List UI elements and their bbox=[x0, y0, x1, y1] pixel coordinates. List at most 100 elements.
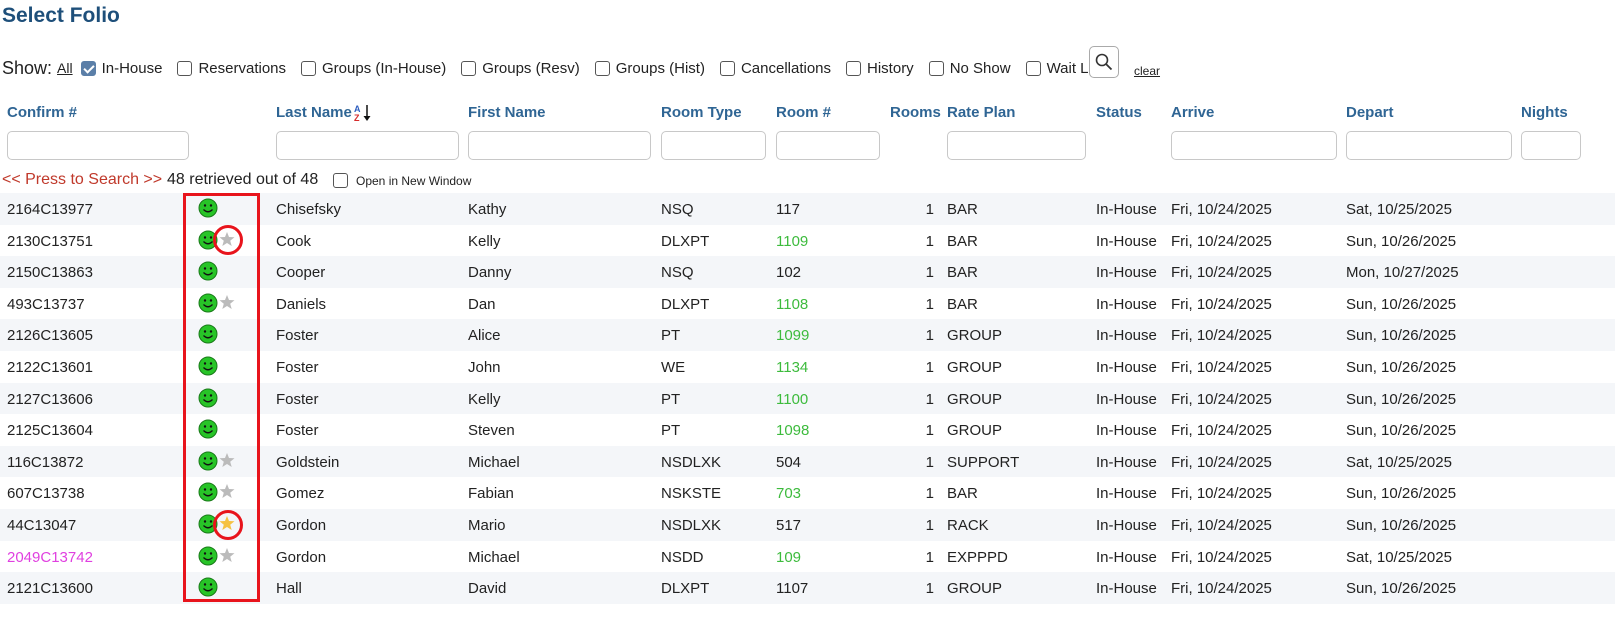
cell-confirm: 607C13738 bbox=[7, 485, 85, 503]
filter-checkbox[interactable] bbox=[719, 60, 735, 76]
filter-input-room-number[interactable] bbox=[776, 131, 880, 160]
star-gray-icon[interactable] bbox=[219, 231, 235, 247]
star-gray-icon[interactable] bbox=[219, 547, 235, 563]
press-to-search-link[interactable]: << Press to Search >> bbox=[2, 171, 162, 189]
cell-rate-plan: EXPPPD bbox=[947, 548, 1008, 566]
star-gray-icon[interactable] bbox=[219, 483, 235, 499]
cell-confirm: 2130C13751 bbox=[7, 232, 93, 250]
cell-depart: Sun, 10/26/2025 bbox=[1346, 327, 1457, 345]
filter-option[interactable]: Groups (Hist) bbox=[594, 60, 705, 77]
open-new-window-checkbox[interactable] bbox=[333, 173, 348, 188]
table-row[interactable]: 607C13738 Gomez Fabian NSKSTE 703 1 BAR In-Hous… bbox=[0, 477, 1615, 509]
filter-option[interactable]: Reservations bbox=[177, 60, 286, 77]
guest-happy-icon[interactable] bbox=[198, 324, 218, 344]
table-row[interactable]: 2126C13605 Foster Alice PT 1099 1 GROUP In-Hous… bbox=[0, 319, 1615, 351]
filter-input-depart[interactable] bbox=[1346, 131, 1512, 160]
filter-checkbox[interactable] bbox=[846, 60, 862, 76]
table-row[interactable]: 2049C13742 Gordon Michael NSDD 109 1 EXPPPD In-… bbox=[0, 541, 1615, 573]
filter-input-first-name[interactable] bbox=[468, 131, 651, 160]
cell-status: In-House bbox=[1096, 264, 1157, 282]
col-header-depart[interactable]: Depart bbox=[1346, 104, 1394, 121]
guest-happy-icon[interactable] bbox=[198, 577, 218, 597]
guest-happy-icon[interactable] bbox=[198, 419, 218, 439]
filter-input-confirm[interactable] bbox=[7, 131, 189, 160]
table-row[interactable]: 493C13737 Daniels Dan DLXPT 1108 1 BAR In-House… bbox=[0, 288, 1615, 320]
guest-happy-icon[interactable] bbox=[198, 482, 218, 502]
col-header-status[interactable]: Status bbox=[1096, 104, 1142, 121]
filter-input-last-name[interactable] bbox=[276, 131, 459, 160]
table-row[interactable]: 2150C13863 Cooper Danny NSQ 102 1 BAR In-House F… bbox=[0, 256, 1615, 288]
cell-room-number: 1100 bbox=[776, 390, 809, 408]
col-header-room-type[interactable]: Room Type bbox=[661, 104, 742, 121]
table-row[interactable]: 116C13872 Goldstein Michael NSDLXK 504 1 SUPPO… bbox=[0, 445, 1615, 478]
filter-checkbox[interactable] bbox=[928, 60, 944, 76]
col-header-confirm[interactable]: Confirm # bbox=[7, 104, 77, 121]
col-header-last-name[interactable]: Last Name A Z bbox=[276, 104, 374, 124]
filter-option[interactable]: Groups (Resv) bbox=[461, 60, 580, 77]
guest-happy-icon[interactable] bbox=[198, 293, 218, 313]
cell-rate-plan: GROUP bbox=[947, 358, 1003, 376]
guest-happy-icon[interactable] bbox=[198, 388, 218, 408]
col-header-arrive[interactable]: Arrive bbox=[1171, 104, 1214, 121]
table-row[interactable]: 2127C13606 Foster Kelly PT 1100 1 GROUP In-Hous… bbox=[0, 382, 1615, 415]
cell-room-type: WE bbox=[661, 358, 686, 376]
filter-input-arrive[interactable] bbox=[1171, 131, 1337, 160]
cell-confirm: 2150C13863 bbox=[7, 264, 93, 282]
filter-checkbox[interactable] bbox=[594, 60, 610, 76]
open-new-window-toggle[interactable]: Open in New Window bbox=[333, 173, 471, 188]
filter-checkbox[interactable] bbox=[461, 60, 477, 76]
cell-confirm: 2121C13600 bbox=[7, 580, 93, 598]
filter-option[interactable]: Groups (In-House) bbox=[301, 60, 446, 77]
cell-last-name: Foster bbox=[276, 390, 319, 408]
guest-happy-icon[interactable] bbox=[198, 261, 218, 281]
filter-option[interactable]: History bbox=[846, 60, 914, 77]
cell-room-number: 1107 bbox=[776, 580, 809, 598]
col-header-nights[interactable]: Nights bbox=[1521, 104, 1568, 121]
filter-option[interactable]: No Show bbox=[928, 60, 1011, 77]
guest-happy-icon[interactable] bbox=[198, 198, 218, 218]
guest-happy-icon[interactable] bbox=[198, 451, 218, 471]
cell-arrive: Fri, 10/24/2025 bbox=[1171, 580, 1272, 598]
filter-checkbox[interactable] bbox=[80, 60, 96, 76]
table-row[interactable]: 2130C13751 Cook Kelly DLXPT 1109 1 BAR In-House… bbox=[0, 225, 1615, 257]
cell-status: In-House bbox=[1096, 453, 1157, 471]
filter-input-nights[interactable] bbox=[1521, 131, 1581, 160]
filter-checkbox[interactable] bbox=[301, 60, 317, 76]
clear-link[interactable]: clear bbox=[1134, 64, 1160, 78]
filter-option[interactable]: In-House bbox=[80, 60, 162, 77]
star-gray-icon[interactable] bbox=[219, 452, 235, 468]
cell-rooms: 1 bbox=[925, 295, 934, 313]
cell-arrive: Fri, 10/24/2025 bbox=[1171, 390, 1272, 408]
filter-checkbox[interactable] bbox=[177, 60, 193, 76]
search-button[interactable] bbox=[1089, 46, 1119, 78]
guest-happy-icon[interactable] bbox=[198, 230, 218, 250]
cell-arrive: Fri, 10/24/2025 bbox=[1171, 264, 1272, 282]
col-header-first-name[interactable]: First Name bbox=[468, 104, 546, 121]
cell-last-name: Goldstein bbox=[276, 453, 340, 471]
cell-status: In-House bbox=[1096, 548, 1157, 566]
cell-first-name: Mario bbox=[468, 516, 506, 534]
table-row[interactable]: 2121C13600 Hall David DLXPT 1107 1 GROUP In-Hou… bbox=[0, 572, 1615, 604]
filter-checkbox[interactable] bbox=[1025, 60, 1041, 76]
show-all-link[interactable]: All bbox=[57, 60, 73, 76]
cell-rate-plan: BAR bbox=[947, 201, 978, 218]
guest-happy-icon[interactable] bbox=[198, 356, 218, 376]
guest-happy-icon[interactable] bbox=[198, 546, 218, 566]
cell-room-type: DLXPT bbox=[661, 580, 710, 598]
filter-option[interactable]: Cancellations bbox=[719, 60, 831, 77]
cell-first-name: Steven bbox=[468, 422, 515, 440]
cell-first-name: Alice bbox=[468, 327, 501, 345]
star-gray-icon[interactable] bbox=[219, 294, 235, 310]
table-row[interactable]: 2125C13604 Foster Steven PT 1098 1 GROUP In-Hou… bbox=[0, 414, 1615, 446]
table-row[interactable]: 2122C13601 Foster John WE 1134 1 GROUP In-House… bbox=[0, 351, 1615, 383]
star-gold-icon[interactable] bbox=[219, 515, 235, 531]
filter-input-rate-plan[interactable] bbox=[947, 131, 1086, 160]
col-header-room-number[interactable]: Room # bbox=[776, 104, 831, 121]
col-header-rooms[interactable]: Rooms bbox=[890, 104, 941, 121]
guest-happy-icon[interactable] bbox=[198, 514, 218, 534]
col-header-rate-plan[interactable]: Rate Plan bbox=[947, 104, 1015, 121]
table-row[interactable]: 2164C13977 Chisefsky Kathy NSQ 117 1 BAR In-Hou… bbox=[0, 193, 1615, 225]
table-row[interactable]: 44C13047 Gordon Mario NSDLXK 517 1 RACK In-Hous… bbox=[0, 508, 1615, 541]
filter-input-room-type[interactable] bbox=[661, 131, 766, 160]
retrieved-count: 48 retrieved out of 48 bbox=[167, 171, 319, 188]
